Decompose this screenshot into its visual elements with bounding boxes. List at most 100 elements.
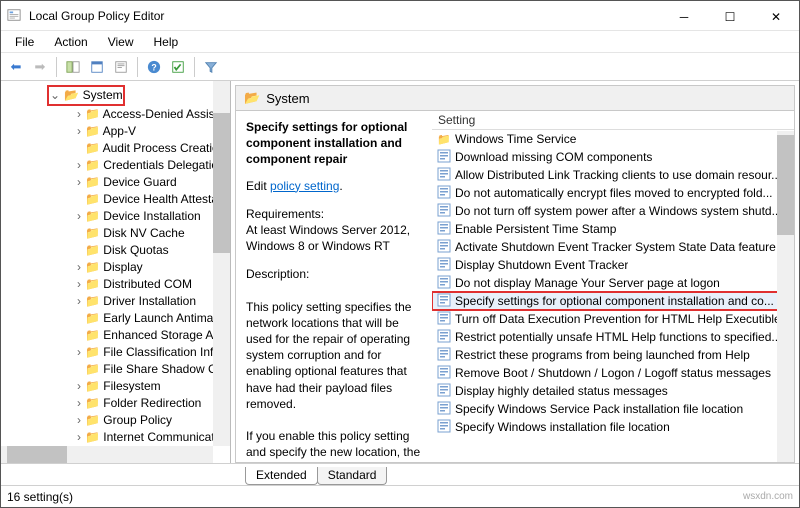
export-list-button[interactable] bbox=[110, 56, 132, 78]
view-tabs: Extended Standard bbox=[1, 463, 799, 485]
policy-icon bbox=[436, 257, 452, 274]
tree-node[interactable]: 📁 Early Launch Antimalw bbox=[73, 310, 230, 327]
folder-icon: 📁 bbox=[85, 209, 100, 223]
expand-icon[interactable]: › bbox=[73, 123, 85, 140]
setting-row[interactable]: Display Shutdown Event Tracker bbox=[432, 256, 794, 274]
expand-icon[interactable]: › bbox=[73, 395, 85, 412]
requirements-text: At least Windows Server 2012, Windows 8 … bbox=[246, 222, 422, 254]
options-button[interactable] bbox=[167, 56, 189, 78]
back-button[interactable]: ⬅ bbox=[5, 56, 27, 78]
tree-node[interactable]: ›📁 Device Guard bbox=[73, 174, 230, 191]
setting-row[interactable]: Download missing COM components bbox=[432, 148, 794, 166]
tree-node[interactable]: 📁 Enhanced Storage Acce bbox=[73, 327, 230, 344]
policy-setting-link[interactable]: policy setting bbox=[270, 179, 339, 193]
expand-icon[interactable]: › bbox=[73, 412, 85, 429]
tree-node[interactable]: ›📁 Filesystem bbox=[73, 378, 230, 395]
tree-node[interactable]: ›📁 Device Installation bbox=[73, 208, 230, 225]
expand-icon[interactable]: › bbox=[73, 378, 85, 395]
setting-row[interactable]: Remove Boot / Shutdown / Logon / Logoff … bbox=[432, 364, 794, 382]
tree-node[interactable]: 📁 Disk Quotas bbox=[73, 242, 230, 259]
setting-label: Restrict potentially unsafe HTML Help fu… bbox=[452, 330, 781, 344]
properties-button[interactable] bbox=[86, 56, 108, 78]
tree-node-label: File Share Shadow Cop bbox=[103, 362, 230, 376]
tree-node[interactable]: ›📁 Display bbox=[73, 259, 230, 276]
setting-row[interactable]: 📁Windows Time Service bbox=[432, 130, 794, 148]
tree-scrollbar-horizontal[interactable] bbox=[1, 446, 213, 463]
window-controls: ─ ☐ ✕ bbox=[661, 1, 799, 30]
forward-button[interactable]: ➡ bbox=[29, 56, 51, 78]
show-hide-tree-button[interactable] bbox=[62, 56, 84, 78]
help-button[interactable]: ? bbox=[143, 56, 165, 78]
setting-row[interactable]: Enable Persistent Time Stamp bbox=[432, 220, 794, 238]
tree-node[interactable]: ›📁 Internet Communication bbox=[73, 429, 230, 446]
tab-standard[interactable]: Standard bbox=[317, 467, 388, 485]
expand-icon[interactable]: › bbox=[73, 106, 85, 123]
tab-extended[interactable]: Extended bbox=[245, 467, 318, 485]
filter-button[interactable] bbox=[200, 56, 222, 78]
setting-row[interactable]: Do not automatically encrypt files moved… bbox=[432, 184, 794, 202]
folder-icon: 📁 bbox=[85, 294, 100, 308]
tree-node-label: Group Policy bbox=[103, 413, 172, 427]
tree-node-label: Audit Process Creation bbox=[103, 141, 226, 155]
setting-row[interactable]: Turn off Data Execution Prevention for H… bbox=[432, 310, 794, 328]
details-header-title: System bbox=[266, 91, 309, 106]
maximize-button[interactable]: ☐ bbox=[707, 1, 753, 31]
tree-node[interactable]: ›📁 Driver Installation bbox=[73, 293, 230, 310]
tree-node-system[interactable]: System bbox=[83, 88, 123, 102]
setting-row[interactable]: Allow Distributed Link Tracking clients … bbox=[432, 166, 794, 184]
setting-label: Activate Shutdown Event Tracker System S… bbox=[452, 240, 776, 254]
setting-row[interactable]: Do not turn off system power after a Win… bbox=[432, 202, 794, 220]
expand-icon[interactable]: › bbox=[73, 276, 85, 293]
menu-action[interactable]: Action bbox=[44, 33, 97, 51]
toolbar-separator bbox=[56, 57, 57, 77]
tree-node[interactable]: ›📁 Credentials Delegation bbox=[73, 157, 230, 174]
statusbar: 16 setting(s) wsxdn.com bbox=[1, 485, 799, 507]
settings-scrollbar-vertical[interactable] bbox=[777, 131, 794, 462]
expand-icon[interactable]: › bbox=[73, 259, 85, 276]
expand-icon[interactable]: › bbox=[73, 174, 85, 191]
tree[interactable]: ⌄ 📂 System ›📁 Access-Denied Assistan›📁 A… bbox=[1, 81, 230, 463]
menu-view[interactable]: View bbox=[98, 33, 144, 51]
tree-node[interactable]: ›📁 App-V bbox=[73, 123, 230, 140]
tree-node[interactable]: ›📁 Distributed COM bbox=[73, 276, 230, 293]
setting-row[interactable]: Specify Windows installation file locati… bbox=[432, 418, 794, 436]
setting-row[interactable]: Activate Shutdown Event Tracker System S… bbox=[432, 238, 794, 256]
settings-list[interactable]: Setting 📁Windows Time ServiceDownload mi… bbox=[432, 111, 794, 462]
expand-icon[interactable]: › bbox=[73, 293, 85, 310]
expand-icon[interactable]: › bbox=[73, 208, 85, 225]
toolbar-separator bbox=[137, 57, 138, 77]
menu-file[interactable]: File bbox=[5, 33, 44, 51]
setting-row[interactable]: Do not display Manage Your Server page a… bbox=[432, 274, 794, 292]
tree-node[interactable]: ›📁 Access-Denied Assistan bbox=[73, 106, 230, 123]
policy-icon bbox=[436, 311, 452, 328]
minimize-button[interactable]: ─ bbox=[661, 1, 707, 31]
menu-help[interactable]: Help bbox=[144, 33, 189, 51]
policy-icon bbox=[436, 203, 452, 220]
tree-node-label: Internet Communication bbox=[103, 430, 230, 444]
tree-node[interactable]: 📁 File Share Shadow Cop bbox=[73, 361, 230, 378]
setting-row-highlighted[interactable]: Specify settings for optional component … bbox=[432, 292, 794, 310]
tree-scrollbar-vertical[interactable] bbox=[213, 81, 230, 446]
folder-icon: 📁 bbox=[85, 141, 100, 155]
tree-node[interactable]: 📁 Disk NV Cache bbox=[73, 225, 230, 242]
tree-node[interactable]: 📁 Audit Process Creation bbox=[73, 140, 230, 157]
expand-icon[interactable]: › bbox=[73, 344, 85, 361]
setting-row[interactable]: Restrict these programs from being launc… bbox=[432, 346, 794, 364]
tree-node[interactable]: 📁 Device Health Attestation bbox=[73, 191, 230, 208]
column-header-setting[interactable]: Setting bbox=[432, 111, 794, 130]
expand-icon[interactable]: › bbox=[73, 157, 85, 174]
policy-icon bbox=[436, 347, 452, 364]
expand-icon[interactable]: › bbox=[73, 429, 85, 446]
setting-row[interactable]: Display highly detailed status messages bbox=[432, 382, 794, 400]
close-button[interactable]: ✕ bbox=[753, 1, 799, 31]
folder-icon: 📁 bbox=[85, 243, 100, 257]
setting-row[interactable]: Restrict potentially unsafe HTML Help fu… bbox=[432, 328, 794, 346]
setting-row[interactable]: Specify Windows Service Pack installatio… bbox=[432, 400, 794, 418]
tree-node[interactable]: ›📁 Folder Redirection bbox=[73, 395, 230, 412]
status-text: 16 setting(s) bbox=[7, 490, 73, 504]
collapse-icon[interactable]: ⌄ bbox=[49, 87, 61, 104]
tree-node-label: Disk NV Cache bbox=[103, 226, 184, 240]
folder-icon: 📁 bbox=[85, 175, 100, 189]
tree-node[interactable]: ›📁 File Classification Infrastr bbox=[73, 344, 230, 361]
tree-node[interactable]: ›📁 Group Policy bbox=[73, 412, 230, 429]
